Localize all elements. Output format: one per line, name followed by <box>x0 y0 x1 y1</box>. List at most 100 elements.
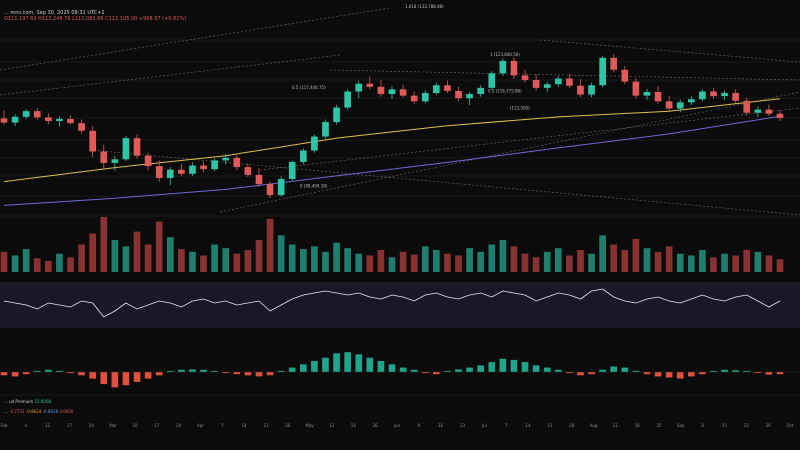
macd-bar <box>377 361 385 372</box>
volume-bar <box>211 244 218 272</box>
macd-bar <box>577 372 584 376</box>
x-tick-label: 14 <box>242 423 248 428</box>
volume-bar <box>654 251 662 272</box>
macd-bar <box>776 372 784 375</box>
macd-bar <box>255 372 263 377</box>
candle <box>45 117 52 121</box>
volume-bar <box>521 253 529 272</box>
volume-bar <box>543 251 551 272</box>
volume-bar <box>166 237 174 272</box>
volume-bar <box>377 250 385 272</box>
candle <box>499 60 507 74</box>
macd-bar <box>200 369 207 372</box>
x-tick-label: 19 <box>351 423 357 428</box>
x-tick-label: Aug <box>590 423 598 428</box>
macd-bar <box>643 372 651 375</box>
macd-v2: -0.8624 <box>25 409 42 414</box>
x-tick-label: 17 <box>67 423 73 428</box>
macd-bar <box>144 372 152 379</box>
fib-label: 0.5 (116,775.88) <box>488 89 522 94</box>
candle <box>211 160 218 170</box>
macd-bar <box>721 369 728 372</box>
volume-bar <box>344 248 351 272</box>
macd-bar <box>699 372 706 375</box>
candle <box>144 155 152 167</box>
trend-line <box>329 69 800 81</box>
volume-bar <box>355 253 363 272</box>
candle <box>477 87 485 95</box>
candle <box>11 116 19 123</box>
candle <box>155 166 163 178</box>
x-tick-label: 12 <box>329 423 335 428</box>
volume-bar <box>754 251 762 272</box>
candle <box>665 101 673 109</box>
candle <box>56 118 63 121</box>
volume-bar <box>366 255 374 272</box>
candle <box>566 78 573 86</box>
x-tick-label: 15 <box>722 423 728 428</box>
x-tick-label: Jun <box>393 423 401 428</box>
macd-bar <box>654 372 662 377</box>
x-tick-label: 16 <box>438 423 444 428</box>
macd-bar <box>89 372 97 379</box>
candle <box>599 57 606 86</box>
macd-bar <box>233 372 241 375</box>
x-tick-label: 29 <box>766 423 772 428</box>
volume-bar <box>399 251 407 272</box>
volume-bar <box>244 250 252 272</box>
macd-bar <box>488 362 496 372</box>
macd-bar <box>333 353 340 372</box>
macd-bar <box>45 369 52 372</box>
candle <box>399 89 407 96</box>
candle <box>588 85 595 95</box>
x-tick-label: 24 <box>176 423 182 428</box>
volume-bar <box>78 244 85 272</box>
candle <box>233 157 241 168</box>
price-chart[interactable]: 1 (123,840.56) 0.5 (117,446.75) 0.5 (116,7… <box>0 0 800 450</box>
x-tick-label: Oct <box>787 423 794 428</box>
x-axis: Feb 4 11 17 24 Mar 10 17 24 Apr 7 14 21 28 May 12 19 26 Ju… <box>0 423 793 428</box>
volume-bar <box>288 244 296 272</box>
volume-bar <box>721 253 728 272</box>
trend-line <box>89 149 800 216</box>
macd-bar <box>155 372 163 376</box>
candle <box>0 118 8 123</box>
x-tick-label: Mar <box>109 423 117 428</box>
x-tick-label: 7 <box>221 423 224 428</box>
candle <box>355 83 363 92</box>
volume-bar <box>45 261 52 272</box>
volume-bar <box>710 257 717 272</box>
candle <box>255 174 263 185</box>
macd-bar <box>133 372 141 382</box>
macd-bar <box>599 369 606 372</box>
macd-bar <box>399 367 407 372</box>
candles <box>0 54 784 199</box>
candle <box>288 161 296 180</box>
volume-bar <box>67 257 74 272</box>
candle <box>421 93 429 102</box>
candle <box>266 184 274 196</box>
macd-bar <box>100 372 108 385</box>
fib-label: (113,500) <box>510 106 530 111</box>
candle <box>388 89 396 95</box>
volume-bar <box>510 246 518 272</box>
macd-bar <box>0 372 8 376</box>
x-tick-label: 4 <box>25 423 28 428</box>
volume-bar <box>0 251 8 272</box>
candle <box>322 122 329 137</box>
volume-bar <box>444 253 451 272</box>
macd-bar <box>532 365 540 372</box>
macd-bar <box>178 369 185 372</box>
macd-legend: ... -0.7751 -0.8624 -0.8628 0.0000 <box>4 409 73 414</box>
candle <box>311 136 318 151</box>
volume-bar <box>178 249 185 272</box>
candle <box>222 157 230 161</box>
volume-bar <box>322 251 329 272</box>
candle <box>554 78 562 85</box>
candle <box>488 73 496 88</box>
volume-bar <box>665 246 673 272</box>
candle <box>78 123 85 131</box>
ohlc-values: O111,197.63 H113,248.76 L111,083.86 C112… <box>4 16 187 22</box>
volume-bar <box>388 257 396 272</box>
volume-bar <box>233 253 241 272</box>
